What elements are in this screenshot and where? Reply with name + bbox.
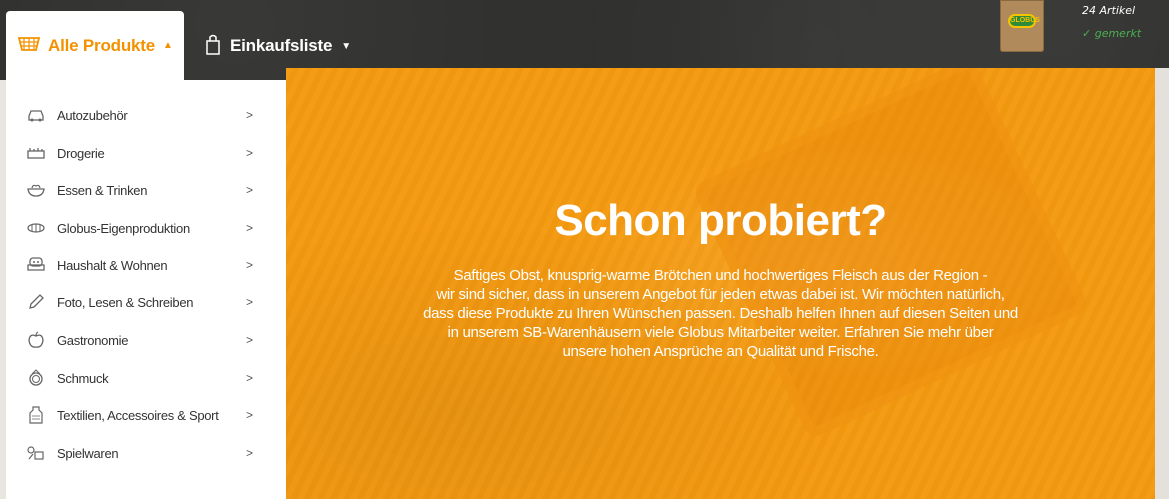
sidebar-item-essen-trinken[interactable]: Essen & Trinken > [6,171,286,209]
sidebar-item-schmuck[interactable]: Schmuck > [6,359,286,397]
hero-banner: Schon probiert? Saftiges Obst, knusprig-… [286,68,1155,499]
chevron-right-icon: > [246,221,254,235]
cart-bag-icon[interactable]: GLOBUS [1000,0,1044,52]
sidebar-item-label: Essen & Trinken [57,182,148,198]
sidebar-item-spielwaren[interactable]: Spielwaren > [6,434,286,472]
caret-up-icon: ▲ [162,40,173,51]
sidebar-item-label: Haushalt & Wohnen [57,257,168,273]
sidebar-item-gastronomie[interactable]: Gastronomie > [6,321,286,359]
sidebar-item-label: Textilien, Accessoires & Sport [57,407,219,423]
chevron-right-icon: > [246,258,254,272]
hero-text-line: Saftiges Obst, knusprig-warme Brötchen u… [453,267,988,284]
sidebar-item-label: Spielwaren [57,445,119,461]
hero-text-line: unsere hohen Ansprüche an Qualität und F… [562,343,879,360]
chevron-right-icon: > [246,146,254,160]
breakfast-tray-image [691,68,1091,441]
chevron-right-icon: > [246,183,254,197]
chevron-right-icon: > [246,408,254,422]
sidebar-item-textilien-accessoires-sport[interactable]: Textilien, Accessoires & Sport > [6,396,286,434]
sidebar-item-label: Globus-Eigenproduktion [57,220,190,236]
toy-icon [26,444,46,462]
caret-down-icon: ▼ [341,40,352,52]
hero-description: Saftiges Obst, knusprig-warme Brötchen u… [286,266,1155,361]
toiletries-icon [26,144,46,162]
cart-count: 24 Artikel [1082,4,1136,17]
tab-shopping-list[interactable]: Einkaufsliste ▼ [205,28,351,64]
sausage-icon [26,219,46,237]
hero-text-line: wir sind sicher, dass in unserem Angebot… [436,286,1005,303]
tab-all-products-label: Alle Produkte [48,35,155,55]
pen-icon [26,293,46,311]
hero-text-line: dass diese Produkte zu Ihren Wünschen pa… [423,305,1018,322]
sidebar-item-autozubehoer[interactable]: Autozubehör > [6,96,286,134]
sidebar-item-globus-eigenproduktion[interactable]: Globus-Eigenproduktion > [6,209,286,247]
sidebar-item-label: Gastronomie [57,332,129,348]
bowl-icon [26,181,46,199]
chevron-right-icon: > [246,295,254,309]
globus-logo: GLOBUS [1008,14,1040,28]
ring-icon [26,369,46,387]
sidebar-item-haushalt-wohnen[interactable]: Haushalt & Wohnen > [6,246,286,284]
chevron-right-icon: > [246,108,254,122]
basket-icon [17,34,41,57]
chevron-right-icon: > [246,371,254,385]
armchair-icon [26,256,46,274]
sidebar-item-foto-lesen-schreiben[interactable]: Foto, Lesen & Schreiben > [6,283,286,321]
chevron-right-icon: > [246,446,254,460]
car-icon [26,106,46,124]
cart-saved-status: ✓ gemerkt [1082,27,1142,40]
hero-title: Schon probiert? [554,196,887,245]
chevron-right-icon: > [246,333,254,347]
shirt-icon [26,406,46,424]
sidebar-item-drogerie[interactable]: Drogerie > [6,134,286,172]
page-background-strip [1155,68,1169,499]
tab-shopping-list-label: Einkaufsliste [230,36,333,55]
apple-icon [26,331,46,349]
tab-all-products[interactable]: Alle Produkte ▲ [6,11,184,80]
shopping-bag-icon [205,33,221,60]
category-sidebar: Autozubehör > Drogerie > Essen & Trinken… [6,80,286,499]
hero-text-line: in unserem SB-Warenhäusern viele Globus … [447,324,994,341]
sidebar-item-label: Drogerie [57,145,105,161]
sidebar-item-label: Autozubehör [57,107,128,123]
sidebar-item-label: Foto, Lesen & Schreiben [57,294,194,310]
sidebar-item-label: Schmuck [57,370,109,386]
